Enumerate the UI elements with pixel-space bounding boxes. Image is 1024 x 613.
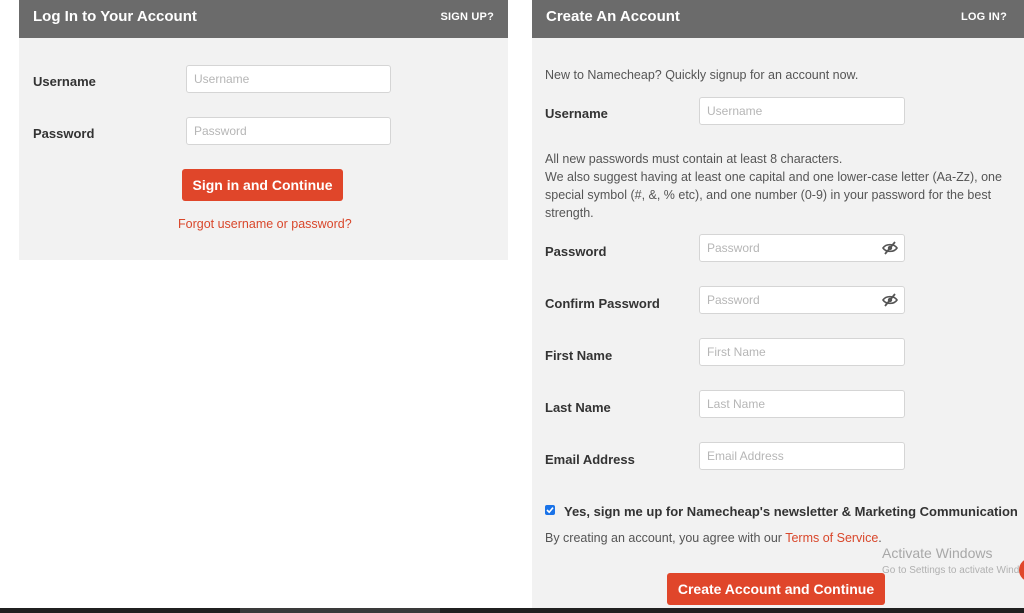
login-password-input[interactable] xyxy=(187,118,390,144)
forgot-password-link[interactable]: Forgot username or password? xyxy=(178,215,352,233)
password-rules-line3: special symbol (#, &, % etc), and one nu… xyxy=(545,188,992,202)
signup-username-field[interactable] xyxy=(699,97,905,125)
first-name-input[interactable] xyxy=(700,339,904,365)
signup-password-input[interactable] xyxy=(700,235,904,261)
create-account-button[interactable]: Create Account and Continue xyxy=(667,573,885,605)
password-rules-line2: We also suggest having at least one capi… xyxy=(545,170,1002,184)
email-input[interactable] xyxy=(700,443,904,469)
login-title: Log In to Your Account xyxy=(33,8,197,25)
confirm-password-input[interactable] xyxy=(700,287,904,313)
login-password-label: Password xyxy=(33,126,95,141)
signup-password-label: Password xyxy=(545,244,607,259)
confirm-password-label: Confirm Password xyxy=(545,296,660,311)
last-name-input[interactable] xyxy=(700,391,904,417)
tos-text: By creating an account, you agree with o… xyxy=(545,529,882,547)
login-username-field[interactable] xyxy=(186,65,391,93)
eye-slash-icon[interactable] xyxy=(882,241,898,255)
activate-windows-subtitle: Go to Settings to activate Windows. xyxy=(882,565,1024,576)
activate-windows-title: Activate Windows xyxy=(882,545,993,561)
login-username-input[interactable] xyxy=(187,66,390,92)
taskbar xyxy=(0,608,1024,613)
signup-header: Create An Account LOG IN? xyxy=(532,0,1024,38)
newsletter-label[interactable]: Yes, sign me up for Namecheap's newslett… xyxy=(564,504,1018,519)
password-rules-line1: All new passwords must contain at least … xyxy=(545,152,843,166)
email-label: Email Address xyxy=(545,452,635,467)
confirm-password-field[interactable] xyxy=(699,286,905,314)
terms-of-service-link[interactable]: Terms of Service xyxy=(785,531,878,545)
login-username-label: Username xyxy=(33,74,96,89)
sign-up-link[interactable]: SIGN UP? xyxy=(440,11,494,23)
checkmark-icon xyxy=(546,507,554,514)
sign-in-button[interactable]: Sign in and Continue xyxy=(182,169,343,201)
signup-username-label: Username xyxy=(545,106,608,121)
tos-suffix: . xyxy=(878,531,882,545)
log-in-link[interactable]: LOG IN? xyxy=(961,11,1007,23)
email-field[interactable] xyxy=(699,442,905,470)
last-name-field[interactable] xyxy=(699,390,905,418)
signup-username-input[interactable] xyxy=(700,98,904,124)
last-name-label: Last Name xyxy=(545,400,611,415)
signup-intro: New to Namecheap? Quickly signup for an … xyxy=(545,68,859,82)
taskbar-segment xyxy=(240,608,440,613)
tos-prefix: By creating an account, you agree with o… xyxy=(545,531,786,545)
newsletter-checkbox[interactable] xyxy=(545,505,555,515)
login-password-field[interactable] xyxy=(186,117,391,145)
eye-slash-icon[interactable] xyxy=(882,293,898,307)
first-name-label: First Name xyxy=(545,348,613,363)
signup-title: Create An Account xyxy=(546,8,680,25)
signup-password-field[interactable] xyxy=(699,234,905,262)
login-header: Log In to Your Account SIGN UP? xyxy=(19,0,508,38)
password-rules-line4: strength. xyxy=(545,206,594,220)
first-name-field[interactable] xyxy=(699,338,905,366)
